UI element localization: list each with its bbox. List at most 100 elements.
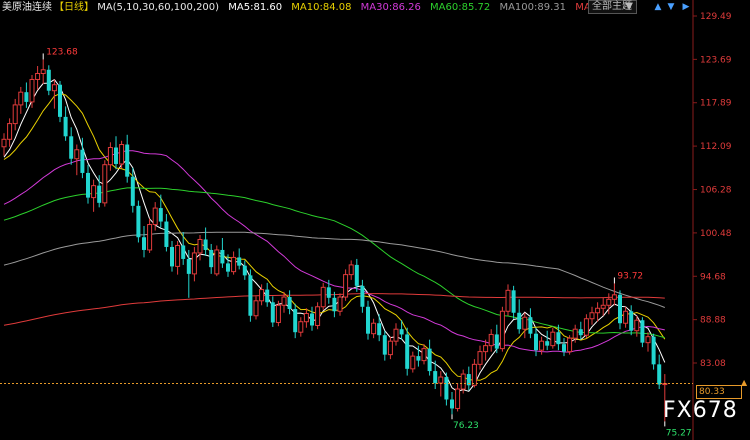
candle-body: [220, 249, 225, 264]
candle-body: [186, 258, 191, 274]
candle-body: [259, 289, 265, 302]
candle-body: [209, 249, 214, 268]
candle-body: [1, 138, 7, 148]
candle-body: [242, 265, 247, 276]
candle-body: [253, 300, 259, 317]
candle-body: [444, 377, 449, 400]
candle-body: [416, 356, 421, 361]
candle-body: [12, 104, 18, 125]
annotation-label: 93.72: [617, 271, 643, 281]
candle-body: [405, 334, 410, 369]
candle-body: [63, 116, 68, 137]
candle-body: [40, 69, 46, 74]
candle-body: [606, 298, 612, 306]
candle-body: [657, 364, 662, 385]
candle-body: [629, 311, 634, 331]
candle-body: [191, 252, 197, 275]
candle-body: [539, 340, 545, 351]
candle-body: [354, 264, 359, 286]
current-price-label: 80.33: [696, 385, 742, 399]
candle-body: [281, 296, 287, 306]
candle-body: [293, 309, 298, 333]
price-chart[interactable]: 129.49 123.69 117.89 112.09 106.28 100.48 94.6…: [0, 0, 750, 440]
candle-body: [231, 256, 237, 273]
candle-body: [107, 147, 113, 166]
y-tick-label: 100.48: [700, 229, 732, 239]
candle-body: [58, 84, 62, 117]
candle-body: [237, 257, 242, 266]
y-tick-label: 83.08: [700, 359, 726, 369]
candle-body: [310, 313, 314, 326]
candle-body: [348, 264, 354, 276]
candle-body: [130, 176, 135, 206]
candle-body: [562, 344, 566, 352]
candle-body: [46, 69, 51, 91]
candle-body: [80, 149, 85, 173]
candle-body: [147, 224, 153, 251]
candle-body: [125, 144, 130, 177]
candle-body: [74, 149, 80, 160]
candle-body: [550, 331, 556, 347]
candle-body: [600, 304, 606, 309]
candle-body: [421, 348, 427, 362]
candle-body: [303, 313, 309, 323]
candle-body: [651, 336, 656, 365]
candle-body: [572, 328, 578, 339]
candle-body: [248, 275, 253, 316]
candle-body: [556, 332, 561, 345]
candle-body: [567, 337, 573, 353]
candle-body: [203, 239, 208, 250]
candle-body: [410, 355, 416, 370]
candle-body: [517, 312, 522, 330]
candle-body: [270, 302, 275, 323]
candle-body: [488, 333, 494, 347]
candle-body: [97, 185, 102, 203]
candle-body: [332, 297, 337, 312]
candle-body: [438, 376, 444, 384]
ma10-line: [3, 93, 666, 381]
candle-body: [69, 136, 74, 159]
candle-body: [433, 371, 438, 384]
candle-body: [136, 205, 141, 238]
candle-body: [114, 147, 118, 164]
y-tick-label: 112.09: [700, 142, 732, 152]
candle-body: [24, 92, 29, 102]
candle-body: [399, 329, 404, 335]
candle-body: [455, 388, 461, 409]
candle-body: [393, 328, 399, 342]
candle-body: [226, 263, 230, 272]
candle-body: [343, 274, 349, 298]
candle-body: [170, 246, 174, 267]
candle-body: [164, 221, 169, 247]
candle-body: [471, 363, 477, 386]
candle-body: [589, 312, 595, 320]
candle-body: [634, 319, 640, 332]
candle-body: [483, 345, 489, 353]
candle-body: [583, 318, 589, 336]
candle-body: [450, 399, 454, 409]
candle-body: [494, 334, 499, 349]
y-tick-label: 123.69: [700, 55, 732, 65]
annotation-label: 76.23: [453, 421, 479, 431]
candle-body: [623, 310, 629, 324]
candle-body: [505, 289, 511, 312]
candle-body: [142, 237, 146, 250]
candle-body: [522, 316, 528, 330]
candle-body: [578, 329, 583, 336]
candle-body: [511, 290, 516, 313]
candle-body: [499, 310, 505, 350]
candle-body: [181, 245, 186, 259]
y-tick-label: 94.68: [700, 272, 726, 282]
candle-body: [275, 304, 281, 323]
candle-body: [534, 333, 538, 351]
candle-body: [595, 307, 601, 314]
candle-body: [387, 340, 393, 356]
y-tick-label: 117.89: [700, 99, 732, 109]
annotation-label: 75.27: [666, 428, 692, 438]
candle-body: [102, 164, 108, 204]
candle-body: [460, 373, 466, 390]
candle-body: [618, 294, 622, 324]
candle-body: [611, 294, 617, 300]
candle-body: [152, 207, 158, 226]
candle-body: [545, 341, 550, 346]
